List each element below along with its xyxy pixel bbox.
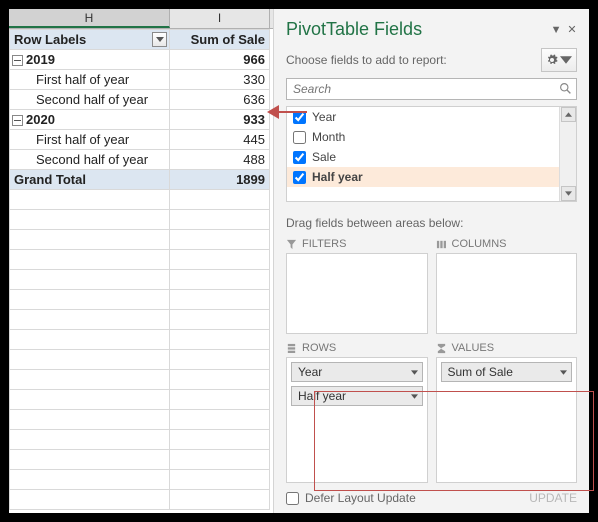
pivot-value-cell: 966 (170, 50, 270, 70)
pivot-detail-label: First half of year (10, 130, 170, 150)
column-header-H[interactable]: H (9, 9, 170, 28)
pivot-valueheader: Sum of Sale (170, 30, 270, 50)
area-chip[interactable]: Year (291, 362, 423, 382)
chevron-down-icon (560, 54, 572, 66)
pivot-value-cell: 488 (170, 150, 270, 170)
drag-areas-hint: Drag fields between areas below: (286, 216, 577, 230)
pivottable-fields-pane: PivotTable Fields ▼ ✕ Choose fields to a… (274, 9, 589, 513)
update-button[interactable]: UPDATE (529, 491, 577, 505)
pivot-group-label[interactable]: 2019 (10, 50, 170, 70)
fieldlist-settings-button[interactable] (541, 48, 577, 72)
field-checkbox[interactable] (293, 151, 306, 164)
sigma-icon (436, 343, 447, 354)
filter-icon (286, 239, 297, 250)
field-list-item[interactable]: Year (287, 107, 576, 127)
pivot-value-cell: 933 (170, 110, 270, 130)
pivot-detail-label: Second half of year (10, 150, 170, 170)
pivot-rowlabels-header[interactable]: Row Labels (10, 30, 170, 50)
rows-icon (286, 343, 297, 354)
columns-icon (436, 239, 447, 250)
search-icon (559, 82, 572, 95)
pivot-value-cell: 636 (170, 90, 270, 110)
field-label: Sale (312, 150, 336, 164)
pivot-group-label[interactable]: 2020 (10, 110, 170, 130)
field-checkbox[interactable] (293, 131, 306, 144)
close-icon[interactable]: ✕ (567, 25, 577, 35)
field-checkbox[interactable] (293, 171, 306, 184)
area-chip[interactable]: Sum of Sale (441, 362, 573, 382)
grand-total-value: 1899 (170, 170, 270, 190)
field-list-item[interactable]: Half year (287, 167, 576, 187)
spreadsheet-grid[interactable]: H I Row Labels Sum of Sale 2019966First … (9, 9, 274, 513)
defer-layout-checkbox[interactable]: Defer Layout Update (286, 491, 416, 505)
scroll-up-icon[interactable] (561, 107, 576, 122)
field-label: Half year (312, 170, 363, 184)
chevron-down-icon (560, 370, 567, 375)
field-list-item[interactable]: Month (287, 127, 576, 147)
scroll-down-icon[interactable] (561, 186, 576, 201)
column-header-I[interactable]: I (170, 9, 270, 28)
pivot-value-cell: 330 (170, 70, 270, 90)
pivot-detail-label: Second half of year (10, 90, 170, 110)
field-list-item[interactable]: Sale (287, 147, 576, 167)
field-label: Year (312, 110, 336, 124)
collapse-icon[interactable] (12, 115, 23, 126)
values-area[interactable]: VALUES Sum of Sale (436, 342, 578, 483)
search-input[interactable] (286, 78, 577, 100)
scrollbar[interactable] (559, 107, 576, 201)
filters-area[interactable]: FILTERS (286, 238, 428, 334)
field-list[interactable]: Year Month Sale Half year (286, 106, 577, 202)
filter-dropdown-icon[interactable] (152, 32, 167, 47)
field-checkbox[interactable] (293, 111, 306, 124)
chevron-down-icon (411, 370, 418, 375)
collapse-icon[interactable] (12, 55, 23, 66)
columns-area[interactable]: COLUMNS (436, 238, 578, 334)
area-chip[interactable]: Half year (291, 386, 423, 406)
choose-fields-label: Choose fields to add to report: (286, 53, 447, 67)
field-label: Month (312, 130, 345, 144)
pane-title: PivotTable Fields (286, 19, 422, 40)
pivot-detail-label: First half of year (10, 70, 170, 90)
chevron-down-icon[interactable]: ▼ (551, 25, 561, 35)
pivot-value-cell: 445 (170, 130, 270, 150)
gear-icon (546, 54, 558, 66)
chevron-down-icon (411, 394, 418, 399)
grand-total-label: Grand Total (10, 170, 170, 190)
rows-area[interactable]: ROWS YearHalf year (286, 342, 428, 483)
